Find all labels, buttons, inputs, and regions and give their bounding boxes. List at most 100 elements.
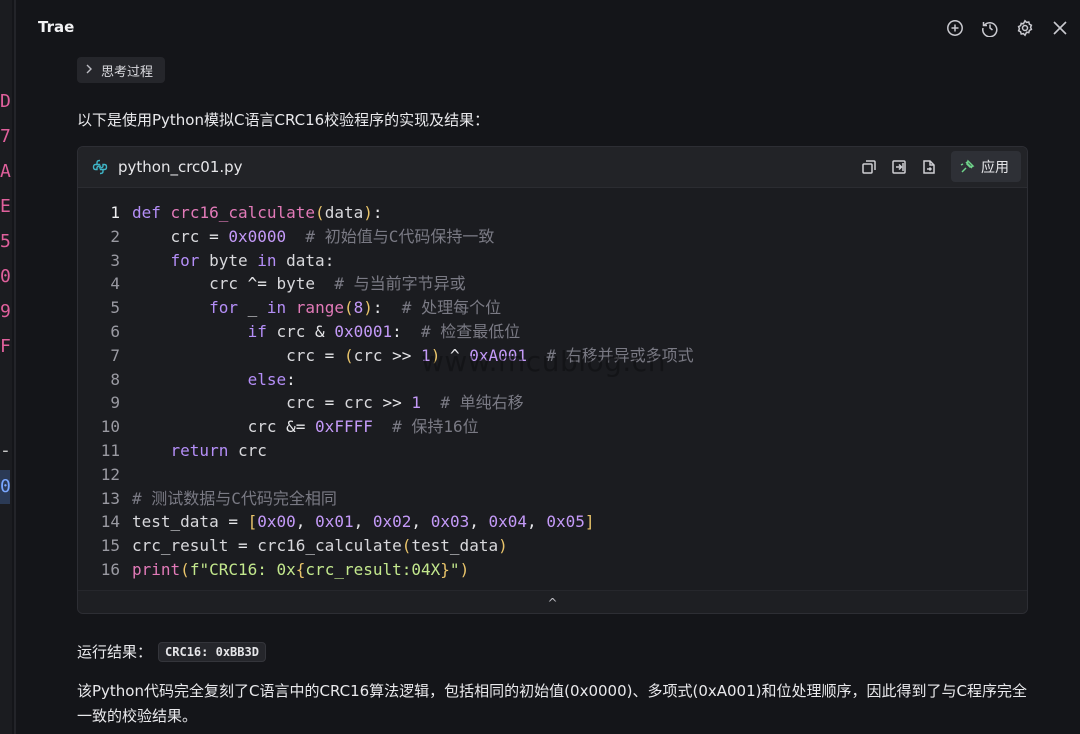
code-token: = xyxy=(324,393,335,413)
code-token: >> xyxy=(392,345,412,365)
code-line: 6 if crc & 0x0001: # 检查最低位 xyxy=(78,320,1027,344)
code-token: & xyxy=(315,321,325,341)
run-result-value: CRC16: 0xBB3D xyxy=(158,641,266,662)
code-token: ( xyxy=(343,345,354,365)
line-number: 5 xyxy=(110,298,120,318)
code-token: _ xyxy=(247,298,258,318)
panel-title: Trae xyxy=(38,18,75,36)
thinking-process-label: 思考过程 xyxy=(101,64,154,80)
code-token: = xyxy=(228,512,238,532)
line-number: 15 xyxy=(100,536,120,556)
code-token: 8 xyxy=(353,298,364,318)
apply-icon xyxy=(960,159,975,173)
code-token: 0x0001 xyxy=(334,321,393,341)
code-token: ( xyxy=(180,559,190,579)
settings-icon[interactable] xyxy=(1013,16,1037,40)
apply-button-label: 应用 xyxy=(981,159,1009,176)
history-icon[interactable] xyxy=(978,16,1002,40)
code-token: &= xyxy=(286,417,306,437)
code-token: = xyxy=(324,345,335,365)
code-token: " xyxy=(449,559,460,579)
code-token: : xyxy=(392,321,402,341)
code-content[interactable]: 1 def crc16_calculate(data): 2 crc = 0x00… xyxy=(78,201,1027,582)
code-token: crc16_calculate xyxy=(170,203,316,222)
line-number: 9 xyxy=(110,393,120,413)
code-token: print xyxy=(132,559,181,579)
line-number: 1 xyxy=(110,203,120,222)
code-comment: # 处理每个位 xyxy=(401,298,502,318)
gutter-char: 9 xyxy=(0,301,11,322)
editor-gutter-strip: D 7 A E 5 0 9 F - 0 xyxy=(0,0,12,734)
code-token: crc_result xyxy=(132,536,229,556)
copy-icon[interactable] xyxy=(859,157,879,177)
code-token: >> xyxy=(382,393,402,413)
code-token: crc xyxy=(343,393,373,413)
python-file-icon xyxy=(92,159,108,175)
code-token: for xyxy=(170,250,200,270)
code-block-header: python_crc01.py 应用 xyxy=(78,147,1027,188)
code-token: } xyxy=(440,559,450,579)
line-number: 6 xyxy=(110,321,120,341)
gutter-dash: - xyxy=(0,440,11,461)
code-token: , xyxy=(411,512,422,532)
code-token: crc xyxy=(170,226,200,246)
code-token: 0x01 xyxy=(315,512,354,532)
add-chat-icon[interactable] xyxy=(943,16,967,40)
code-line: 14 test_data = [0x00, 0x01, 0x02, 0x03, 0… xyxy=(78,510,1027,534)
code-token: in xyxy=(266,298,287,318)
code-token: crc xyxy=(276,321,306,341)
code-token: 0x02 xyxy=(372,512,412,532)
code-token: 1 xyxy=(411,393,422,413)
gutter-char: E xyxy=(0,196,11,217)
line-number: 13 xyxy=(100,488,120,508)
code-token: crc xyxy=(286,345,316,365)
code-token: crc xyxy=(247,417,277,437)
code-token: range xyxy=(295,298,344,318)
code-comment: # 单纯右移 xyxy=(440,393,524,413)
line-number: 12 xyxy=(100,464,120,484)
code-token: crc_result:04X xyxy=(305,559,441,579)
code-token: [ xyxy=(247,512,258,532)
code-token: ^= xyxy=(247,274,267,294)
close-icon[interactable] xyxy=(1048,16,1072,40)
code-line: 4 crc ^= byte # 与当前字节异或 xyxy=(78,272,1027,296)
code-token: , xyxy=(353,512,364,532)
code-token: = xyxy=(237,536,248,556)
code-token: 0x0000 xyxy=(228,226,287,246)
insert-at-cursor-icon[interactable] xyxy=(889,157,909,177)
code-token: : xyxy=(286,369,296,389)
code-token: 0x03 xyxy=(430,512,470,532)
code-token: in xyxy=(257,250,277,270)
panel-divider[interactable] xyxy=(14,0,16,734)
watermark: www.mcublog.cn xyxy=(421,345,666,378)
gutter-selected-char[interactable]: 0 xyxy=(0,470,11,504)
code-token: return xyxy=(170,440,229,460)
collapse-code-button[interactable]: ^ xyxy=(78,590,1027,613)
code-token: , xyxy=(527,512,537,532)
code-line: 1 def crc16_calculate(data): xyxy=(78,201,1027,225)
intro-text: 以下是使用Python模拟C语言CRC16校验程序的实现及结果： xyxy=(77,111,490,129)
summary-text: 该Python代码完全复刻了C语言中的CRC16算法逻辑，包括相同的初始值(0x… xyxy=(77,682,1027,725)
code-token: 0x04 xyxy=(488,512,528,532)
code-line: 3 for byte in data: xyxy=(78,249,1027,273)
code-comment: # 初始值与C代码保持一致 xyxy=(305,226,495,246)
code-token: 0x00 xyxy=(257,512,296,532)
line-number: 16 xyxy=(100,559,120,579)
gutter-char: F xyxy=(0,336,11,357)
line-number: 4 xyxy=(110,274,120,294)
code-line: 16 print(f"CRC16: 0x{crc_result:04X}") xyxy=(78,558,1027,582)
code-token: ) xyxy=(498,536,508,556)
thinking-process-toggle[interactable]: 思考过程 xyxy=(77,57,165,83)
new-file-icon[interactable] xyxy=(919,157,939,177)
code-token: crc xyxy=(286,393,316,413)
code-token: byte xyxy=(209,250,248,270)
code-token: ] xyxy=(584,512,595,532)
code-token: for xyxy=(209,298,238,318)
gutter-char: 0 xyxy=(0,266,11,287)
code-comment: # 保持16位 xyxy=(392,417,479,437)
code-token: byte xyxy=(276,274,316,294)
code-line: 15 crc_result = crc16_calculate(test_data… xyxy=(78,534,1027,558)
code-token: ( xyxy=(343,298,354,318)
code-token: data xyxy=(324,203,364,222)
apply-button[interactable]: 应用 xyxy=(951,151,1021,182)
